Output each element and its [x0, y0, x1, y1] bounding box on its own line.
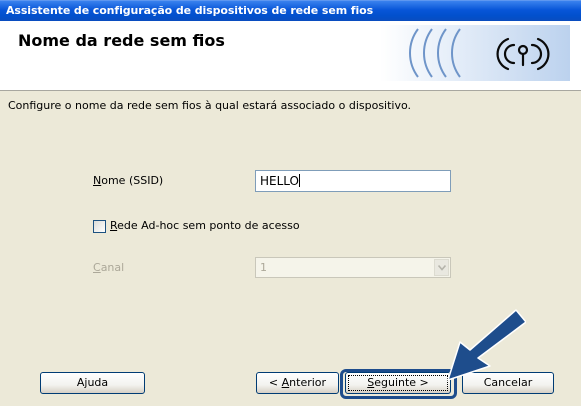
ssid-label: Nome (SSID) — [93, 174, 163, 187]
wizard-header: Nome da rede sem fios — [0, 21, 581, 91]
dropdown-button[interactable] — [434, 259, 449, 276]
back-button[interactable]: < Anterior — [256, 372, 339, 394]
ssid-value: HELLO — [260, 174, 299, 188]
back-rest: nterior — [289, 376, 327, 389]
text-caret — [299, 174, 300, 187]
wizard-window: Assistente de configuração de dispositiv… — [0, 0, 581, 406]
page-title: Nome da rede sem fios — [18, 31, 225, 50]
adhoc-checkbox[interactable] — [93, 220, 106, 233]
channel-label-mnemonic: C — [93, 261, 101, 274]
channel-select[interactable]: 1 — [255, 257, 451, 278]
chevron-down-icon — [438, 265, 446, 271]
channel-value: 1 — [260, 261, 267, 274]
channel-label: Canal — [93, 261, 124, 274]
adhoc-label-rest: ede Ad-hoc sem ponto de acesso — [117, 219, 300, 232]
channel-label-rest: anal — [100, 261, 125, 274]
ssid-input[interactable]: HELLO — [255, 170, 451, 192]
title-bar[interactable]: Assistente de configuração de dispositiv… — [0, 0, 581, 21]
help-button-label: Ajuda — [76, 376, 109, 389]
help-button[interactable]: Ajuda — [40, 372, 145, 394]
back-prefix: < — [268, 376, 282, 389]
ssid-label-mnemonic: N — [93, 174, 102, 187]
ssid-label-rest: ome (SSID) — [101, 174, 164, 187]
adhoc-label[interactable]: Rede Ad-hoc sem ponto de acesso — [110, 219, 300, 232]
description-text: Configure o nome da rede sem fios à qual… — [8, 99, 412, 112]
pointer-arrow-icon — [447, 309, 526, 381]
window-title: Assistente de configuração de dispositiv… — [6, 4, 374, 17]
wireless-logo-icon — [380, 25, 570, 81]
